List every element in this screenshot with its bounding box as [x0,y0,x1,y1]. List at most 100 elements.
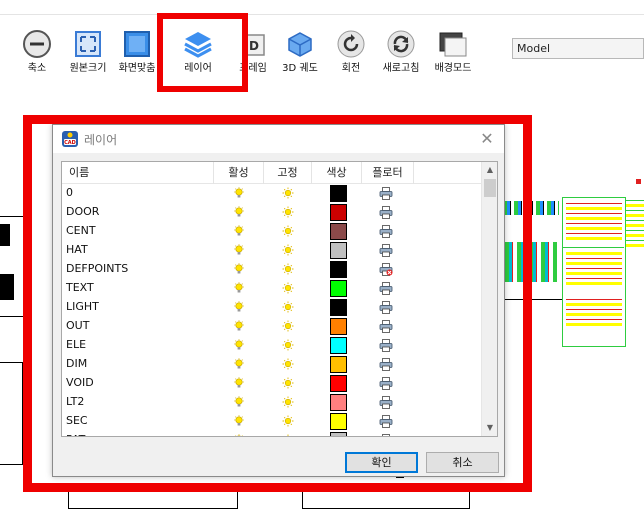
layer-list-header: 이름 활성 고정 색상 플로터 [62,162,482,184]
layer-row[interactable]: DOOR [62,203,482,222]
cancel-button[interactable]: 취소 [426,452,499,473]
color-swatch[interactable] [330,318,347,335]
locked-sun-icon[interactable] [282,301,294,313]
ok-button[interactable]: 확인 [345,452,418,473]
refresh-button[interactable]: 새로고침 [371,27,431,77]
background-mode-icon [439,32,467,57]
active-bulb-icon[interactable] [233,415,245,427]
layer-row[interactable]: LIGHT [62,298,482,317]
printer-icon[interactable] [379,339,393,352]
layer-row[interactable]: CENT [62,222,482,241]
printer-icon[interactable] [379,377,393,390]
color-swatch[interactable] [330,280,347,297]
column-header-color[interactable]: 색상 [312,162,362,184]
printer-icon[interactable] [379,434,393,436]
fit-screen-label: 화면맞춤 [118,63,156,74]
color-swatch[interactable] [330,375,347,392]
drawing-symbols [505,242,557,282]
active-bulb-icon[interactable] [233,396,245,408]
locked-sun-icon[interactable] [282,244,294,256]
layer-row[interactable]: SEC [62,412,482,431]
active-bulb-icon[interactable] [233,301,245,313]
printer-icon[interactable] [379,320,393,333]
drawing-symbols [503,201,559,215]
layers-button[interactable]: 레이어 [168,27,228,77]
color-swatch[interactable] [330,337,347,354]
color-swatch[interactable] [330,432,347,436]
color-swatch[interactable] [330,356,347,373]
layer-list[interactable]: 이름 활성 고정 색상 플로터 0 DOOR CENT HAT DEFPOINTS TEX… [61,161,498,437]
printer-icon[interactable] [379,206,393,219]
column-header-name[interactable]: 이름 [62,162,214,184]
printer-icon[interactable] [379,244,393,257]
color-swatch[interactable] [330,223,347,240]
fit-screen-button[interactable]: 화면맞춤 [107,27,167,77]
layer-row[interactable]: TEXT [62,279,482,298]
column-header-active[interactable]: 활성 [214,162,264,184]
locked-sun-icon[interactable] [282,377,294,389]
active-bulb-icon[interactable] [233,434,245,436]
locked-sun-icon[interactable] [282,434,294,436]
color-swatch[interactable] [330,394,347,411]
active-bulb-icon[interactable] [233,282,245,294]
scroll-up-icon[interactable]: ▲ [482,162,497,178]
color-swatch[interactable] [330,261,347,278]
layer-row[interactable]: 0 [62,184,482,203]
locked-sun-icon[interactable] [282,339,294,351]
printer-disabled-icon[interactable] [379,263,393,276]
printer-icon[interactable] [379,358,393,371]
printer-icon[interactable] [379,396,393,409]
active-bulb-icon[interactable] [233,244,245,256]
rotate-icon [337,30,365,58]
drawing-text-block [566,251,622,285]
locked-sun-icon[interactable] [282,225,294,237]
dialog-titlebar[interactable]: CAD 레이어 ✕ [53,125,504,153]
scroll-down-icon[interactable]: ▼ [482,420,497,436]
active-bulb-icon[interactable] [233,263,245,275]
color-swatch[interactable] [330,242,347,259]
active-bulb-icon[interactable] [233,320,245,332]
printer-icon[interactable] [379,187,393,200]
layer-row[interactable]: DEFPOINTS [62,260,482,279]
active-bulb-icon[interactable] [233,339,245,351]
color-swatch[interactable] [330,185,347,202]
color-swatch[interactable] [330,299,347,316]
layer-name: PAT [66,433,85,436]
fit-screen-icon [124,31,150,57]
locked-sun-icon[interactable] [282,415,294,427]
background-mode-button[interactable]: 배경모드 [423,27,483,77]
layer-row[interactable]: OUT [62,317,482,336]
scroll-thumb[interactable] [484,179,496,197]
layer-row[interactable]: LT2 [62,393,482,412]
column-header-locked[interactable]: 고정 [264,162,312,184]
layer-row[interactable]: VOID [62,374,482,393]
locked-sun-icon[interactable] [282,263,294,275]
layer-row[interactable]: PAT [62,431,482,436]
locked-sun-icon[interactable] [282,396,294,408]
column-header-plotter[interactable]: 플로터 [362,162,414,184]
active-bulb-icon[interactable] [233,358,245,370]
locked-sun-icon[interactable] [282,320,294,332]
layer-row[interactable]: ELE [62,336,482,355]
locked-sun-icon[interactable] [282,282,294,294]
drawing-text-block [566,296,622,326]
color-swatch[interactable] [330,204,347,221]
close-icon[interactable]: ✕ [476,128,498,150]
drawing-line [504,299,562,300]
active-bulb-icon[interactable] [233,377,245,389]
layer-row[interactable]: DIM [62,355,482,374]
layer-row[interactable]: HAT [62,241,482,260]
model-select[interactable]: Model [512,38,644,59]
active-bulb-icon[interactable] [233,225,245,237]
locked-sun-icon[interactable] [282,187,294,199]
printer-icon[interactable] [379,225,393,238]
active-bulb-icon[interactable] [233,206,245,218]
locked-sun-icon[interactable] [282,358,294,370]
active-bulb-icon[interactable] [233,187,245,199]
printer-icon[interactable] [379,282,393,295]
color-swatch[interactable] [330,413,347,430]
printer-icon[interactable] [379,301,393,314]
printer-icon[interactable] [379,415,393,428]
locked-sun-icon[interactable] [282,206,294,218]
vertical-scrollbar[interactable]: ▲ ▼ [481,162,497,436]
